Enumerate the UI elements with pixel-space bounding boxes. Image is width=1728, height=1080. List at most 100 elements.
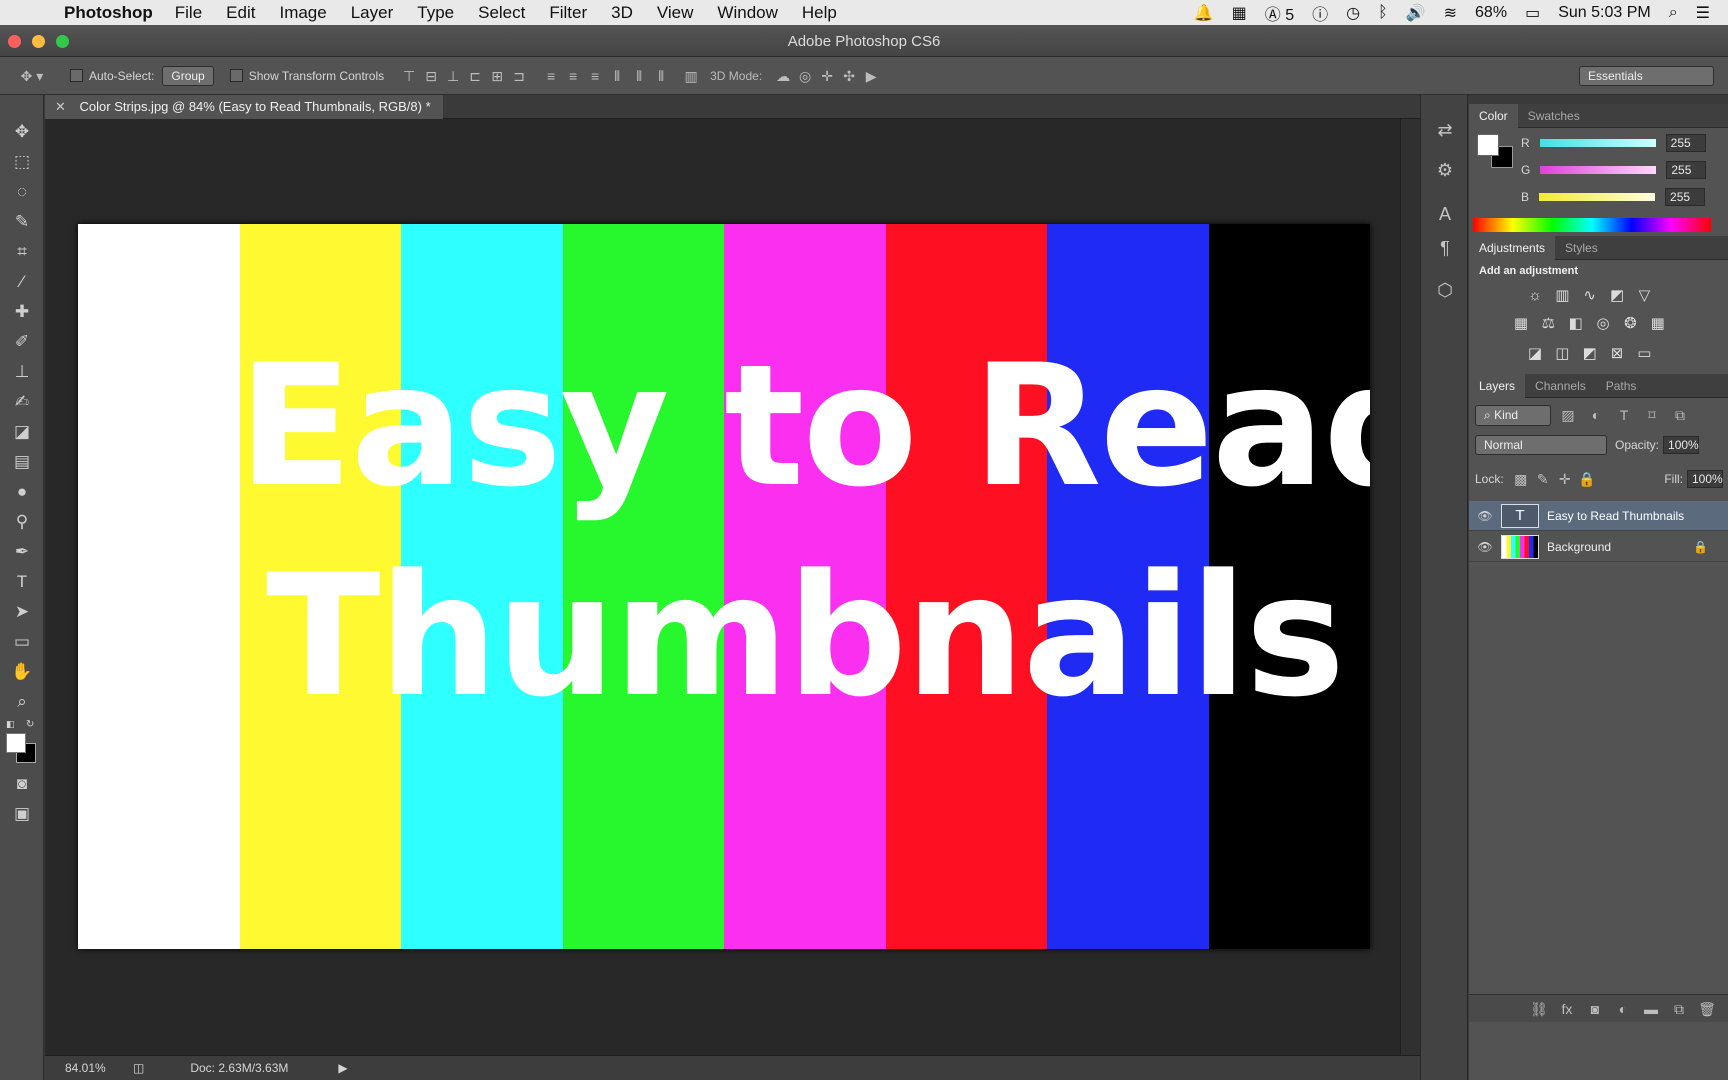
character-panel-icon[interactable]: A bbox=[1421, 197, 1469, 231]
tab-adjustments[interactable]: Adjustments bbox=[1469, 235, 1556, 260]
menu-image[interactable]: Image bbox=[279, 3, 326, 23]
menu-help[interactable]: Help bbox=[802, 3, 837, 23]
layer-row-background[interactable]: 👁 Background 🔒 bbox=[1469, 532, 1728, 562]
fill-input[interactable]: 100% bbox=[1687, 470, 1723, 488]
bluetooth-icon[interactable]: ᛒ bbox=[1378, 4, 1388, 22]
rectangle-tool-icon[interactable]: ▭ bbox=[0, 627, 44, 657]
menu-type[interactable]: Type bbox=[417, 3, 454, 23]
filter-smart-object-icon[interactable]: ⧉ bbox=[1669, 404, 1691, 426]
layer-style-fx-icon[interactable]: fx bbox=[1556, 998, 1578, 1020]
gradient-tool-icon[interactable]: ▤ bbox=[0, 447, 44, 477]
exposure-icon[interactable]: ◩ bbox=[1605, 284, 1629, 306]
swap-colors-icon[interactable]: ↻ bbox=[26, 719, 34, 730]
history-panel-icon[interactable]: ⇄ bbox=[1421, 113, 1469, 147]
distribute-bottom-icon[interactable]: ≡ bbox=[584, 65, 606, 87]
3d-rotate-icon[interactable]: ☁ bbox=[772, 65, 794, 87]
filter-type-icon[interactable]: T bbox=[1613, 404, 1635, 426]
wifi-icon[interactable]: ≋ bbox=[1444, 3, 1457, 23]
selective-color-icon[interactable]: ⊠ bbox=[1605, 342, 1629, 364]
3d-slide-icon[interactable]: ✣ bbox=[838, 65, 860, 87]
brush-tool-icon[interactable]: ✐ bbox=[0, 327, 44, 357]
foreground-color-swatch[interactable] bbox=[6, 733, 26, 753]
info-icon[interactable]: ⓘ bbox=[1312, 1, 1328, 25]
blur-tool-icon[interactable]: ● bbox=[0, 477, 44, 507]
close-tab-icon[interactable]: ✕ bbox=[55, 99, 66, 114]
brightness-contrast-icon[interactable]: ☼ bbox=[1523, 285, 1547, 307]
tab-color[interactable]: Color bbox=[1469, 103, 1518, 128]
vibrance-icon[interactable]: ▽ bbox=[1632, 284, 1656, 306]
3d-drag-icon[interactable]: ✛ bbox=[816, 65, 838, 87]
invert-icon[interactable]: ◪ bbox=[1523, 342, 1547, 364]
3d-roll-icon[interactable]: ◎ bbox=[794, 65, 816, 87]
move-tool-icon[interactable]: ✥ bbox=[0, 117, 44, 147]
notification-center-icon[interactable]: ☰ bbox=[1696, 3, 1710, 23]
lock-transparent-icon[interactable]: ▩ bbox=[1510, 468, 1532, 490]
grid-icon[interactable]: ▦ bbox=[1232, 3, 1247, 23]
paragraph-panel-icon[interactable]: ¶ bbox=[1421, 231, 1469, 265]
hue-saturation-icon[interactable]: ▦ bbox=[1509, 312, 1533, 334]
default-colors-icon[interactable]: ◧ bbox=[6, 719, 15, 730]
crop-tool-icon[interactable]: ⌗ bbox=[0, 237, 44, 267]
color-balance-icon[interactable]: ⚖ bbox=[1536, 312, 1560, 334]
battery-percent[interactable]: 68% bbox=[1475, 4, 1507, 22]
lasso-tool-icon[interactable]: ◌ bbox=[0, 177, 44, 207]
menu-layer[interactable]: Layer bbox=[351, 3, 394, 23]
align-top-icon[interactable]: ⊤ bbox=[398, 65, 420, 87]
image-canvas[interactable]: Easy to Read Thumbnails bbox=[78, 224, 1370, 949]
clock[interactable]: Sun 5:03 PM bbox=[1558, 4, 1651, 22]
posterize-icon[interactable]: ◫ bbox=[1550, 342, 1574, 364]
eraser-tool-icon[interactable]: ◪ bbox=[0, 417, 44, 447]
type-tool-icon[interactable]: T bbox=[0, 567, 44, 597]
blue-value-input[interactable]: 255 bbox=[1665, 188, 1706, 206]
notification-icon[interactable]: 🔔 bbox=[1194, 3, 1214, 23]
history-brush-tool-icon[interactable]: ✍ bbox=[0, 387, 44, 417]
menu-file[interactable]: File bbox=[175, 3, 202, 23]
time-machine-icon[interactable]: ◷ bbox=[1346, 3, 1360, 23]
threshold-icon[interactable]: ◩ bbox=[1578, 342, 1602, 364]
opacity-input[interactable]: 100% bbox=[1663, 436, 1700, 454]
status-info-icon[interactable]: ◫ bbox=[133, 1061, 144, 1075]
menu-filter[interactable]: Filter bbox=[549, 3, 587, 23]
properties-panel-icon[interactable]: ⚙ bbox=[1421, 153, 1469, 187]
green-value-input[interactable]: 255 bbox=[1666, 161, 1707, 179]
show-transform-checkbox[interactable] bbox=[229, 69, 243, 82]
distribute-top-icon[interactable]: ≡ bbox=[540, 65, 562, 87]
3d-panel-icon[interactable]: ⬡ bbox=[1421, 273, 1469, 307]
distribute-left-icon[interactable]: ⦀ bbox=[606, 65, 628, 87]
link-layers-icon[interactable]: ⛓ bbox=[1528, 998, 1550, 1020]
menu-view[interactable]: View bbox=[657, 3, 694, 23]
dodge-tool-icon[interactable]: ⚲ bbox=[0, 507, 44, 537]
black-white-icon[interactable]: ◧ bbox=[1564, 312, 1588, 334]
new-layer-icon[interactable]: ⧉ bbox=[1668, 998, 1690, 1020]
photo-filter-icon[interactable]: ◎ bbox=[1591, 312, 1615, 334]
tab-paths[interactable]: Paths bbox=[1596, 374, 1647, 398]
menu-3d[interactable]: 3D bbox=[611, 3, 633, 23]
blue-slider[interactable] bbox=[1539, 193, 1656, 201]
auto-select-dropdown[interactable]: Group bbox=[162, 65, 214, 86]
filter-adjustment-icon[interactable]: ◐ bbox=[1585, 404, 1607, 426]
new-adjustment-layer-icon[interactable]: ◐ bbox=[1612, 998, 1634, 1020]
red-slider[interactable] bbox=[1539, 139, 1656, 147]
blend-mode-dropdown[interactable]: Normal bbox=[1475, 435, 1607, 455]
align-vcenter-icon[interactable]: ⊟ bbox=[420, 65, 442, 87]
status-menu-arrow-icon[interactable]: ▶ bbox=[338, 1061, 347, 1075]
visibility-eye-icon[interactable]: 👁 bbox=[1469, 540, 1501, 554]
filter-shape-icon[interactable]: ⌑ bbox=[1641, 404, 1663, 426]
zoom-tool-icon[interactable]: ⌕ bbox=[0, 687, 44, 717]
clone-stamp-tool-icon[interactable]: ⊥ bbox=[0, 357, 44, 387]
3d-scale-icon[interactable]: ▶ bbox=[860, 65, 882, 87]
distribute-right-icon[interactable]: ⦀ bbox=[650, 65, 672, 87]
zoom-level[interactable]: 84.01% bbox=[65, 1061, 133, 1075]
eyedropper-tool-icon[interactable]: ⁄ bbox=[0, 267, 44, 297]
hand-tool-icon[interactable]: ✋ bbox=[0, 657, 44, 687]
tab-swatches[interactable]: Swatches bbox=[1518, 104, 1590, 128]
curves-icon[interactable]: ∿ bbox=[1578, 284, 1602, 306]
layer-filter-kind-dropdown[interactable]: ⌕ Kind bbox=[1475, 404, 1551, 426]
workspace-dropdown[interactable]: Essentials bbox=[1579, 65, 1714, 86]
align-bottom-icon[interactable]: ⊥ bbox=[442, 65, 464, 87]
red-value-input[interactable]: 255 bbox=[1665, 134, 1706, 152]
layer-name[interactable]: Easy to Read Thumbnails bbox=[1547, 509, 1684, 523]
marquee-tool-icon[interactable]: ⬚ bbox=[0, 147, 44, 177]
delete-layer-icon[interactable]: 🗑 bbox=[1696, 998, 1718, 1020]
color-lookup-icon[interactable]: ▦ bbox=[1646, 312, 1670, 334]
